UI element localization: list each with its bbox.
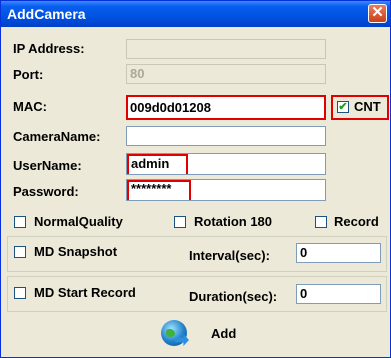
cnt-label: CNT — [354, 99, 381, 114]
duration-field[interactable]: 0 — [296, 284, 381, 304]
rotation-180-checkbox[interactable] — [174, 216, 186, 228]
password-label: Password: — [13, 184, 79, 199]
duration-label: Duration(sec): — [189, 289, 278, 304]
camera-name-label: CameraName: — [13, 129, 101, 144]
globe-arrow-icon — [161, 320, 189, 346]
password-field[interactable]: ******** — [126, 179, 326, 201]
md-snapshot-label: MD Snapshot — [34, 244, 118, 259]
add-button-label: Add — [211, 325, 237, 341]
username-label: UserName: — [13, 158, 82, 173]
mac-field[interactable]: 009d0d01208 — [126, 95, 326, 120]
close-icon: ✕ — [371, 4, 384, 21]
interval-label: Interval(sec): — [189, 248, 270, 263]
camera-name-field[interactable] — [126, 126, 326, 146]
username-value: admin — [131, 156, 170, 171]
mac-label: MAC: — [13, 99, 47, 114]
md-start-record-checkbox[interactable] — [14, 287, 26, 299]
password-value: ******** — [131, 181, 172, 196]
addcamera-dialog: AddCamera ✕ IP Address: Port: 80 MAC: 00… — [0, 0, 391, 358]
cnt-checkbox[interactable]: ✔ — [337, 101, 349, 113]
record-checkbox[interactable] — [315, 216, 327, 228]
add-button[interactable]: Add — [161, 317, 251, 349]
record-label: Record — [334, 214, 379, 229]
rotation-180-label: Rotation 180 — [194, 214, 273, 229]
close-button[interactable]: ✕ — [368, 4, 387, 23]
ip-address-label: IP Address: — [13, 41, 85, 56]
port-field[interactable]: 80 — [126, 64, 326, 84]
port-label: Port: — [13, 67, 44, 82]
md-start-record-label: MD Start Record — [34, 285, 136, 300]
md-snapshot-checkbox[interactable] — [14, 246, 26, 258]
title-bar[interactable]: AddCamera ✕ — [1, 1, 390, 27]
username-field[interactable]: admin — [126, 153, 326, 175]
window-title: AddCamera — [7, 6, 86, 22]
normal-quality-checkbox[interactable] — [14, 216, 26, 228]
normal-quality-label: NormalQuality — [34, 214, 123, 229]
interval-field[interactable]: 0 — [296, 243, 381, 263]
ip-address-field[interactable] — [126, 39, 326, 59]
